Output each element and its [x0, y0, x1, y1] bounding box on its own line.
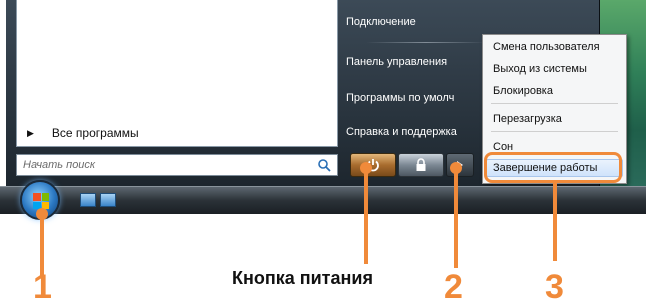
annotation-number-3: 3 [545, 268, 564, 306]
chevron-right-icon: ▶ [27, 127, 34, 138]
menu-item-switch-user[interactable]: Смена пользователя [493, 41, 600, 53]
separator [366, 42, 486, 43]
all-programs-label: Все программы [51, 126, 139, 140]
menu-item-log-off[interactable]: Выход из системы [493, 63, 587, 75]
menu-item-connect[interactable]: Подключение [346, 16, 416, 28]
menu-item-help[interactable]: Справка и поддержка [346, 126, 457, 138]
show-desktop-icon[interactable] [80, 193, 96, 207]
annotation-line-3 [553, 183, 557, 261]
annotation-line-power [364, 168, 368, 264]
menu-item-restart[interactable]: Перезагрузка [493, 113, 562, 125]
annotation-dot-2 [450, 162, 462, 174]
lock-icon [416, 158, 426, 171]
search-placeholder: Начать поиск [23, 159, 96, 171]
menu-item-default-programs[interactable]: Программы по умолч [346, 92, 454, 104]
annotation-line-2 [454, 168, 458, 268]
menu-item-lock[interactable]: Блокировка [493, 85, 553, 97]
switch-windows-icon[interactable] [100, 193, 116, 207]
search-icon[interactable] [317, 158, 331, 172]
start-menu-left-pane: ▶ Все программы [16, 0, 338, 147]
search-input[interactable]: Начать поиск [16, 154, 338, 176]
annotation-number-2: 2 [444, 268, 463, 306]
lock-button[interactable] [398, 153, 444, 177]
taskbar [0, 186, 646, 214]
menu-separator [491, 103, 618, 104]
all-programs-item[interactable]: ▶ Все программы [27, 124, 327, 142]
annotation-line-1 [40, 214, 44, 276]
power-button[interactable] [350, 153, 396, 177]
power-button-label: Кнопка питания [232, 268, 373, 288]
annotation-dot-1 [36, 208, 48, 220]
annotation-dot-power [360, 162, 372, 174]
menu-separator [491, 131, 618, 132]
annotation-number-1: 1 [33, 268, 52, 306]
shut-down-highlight-box [484, 152, 622, 183]
windows-logo-icon [33, 193, 49, 209]
menu-item-control-panel[interactable]: Панель управления [346, 56, 447, 68]
